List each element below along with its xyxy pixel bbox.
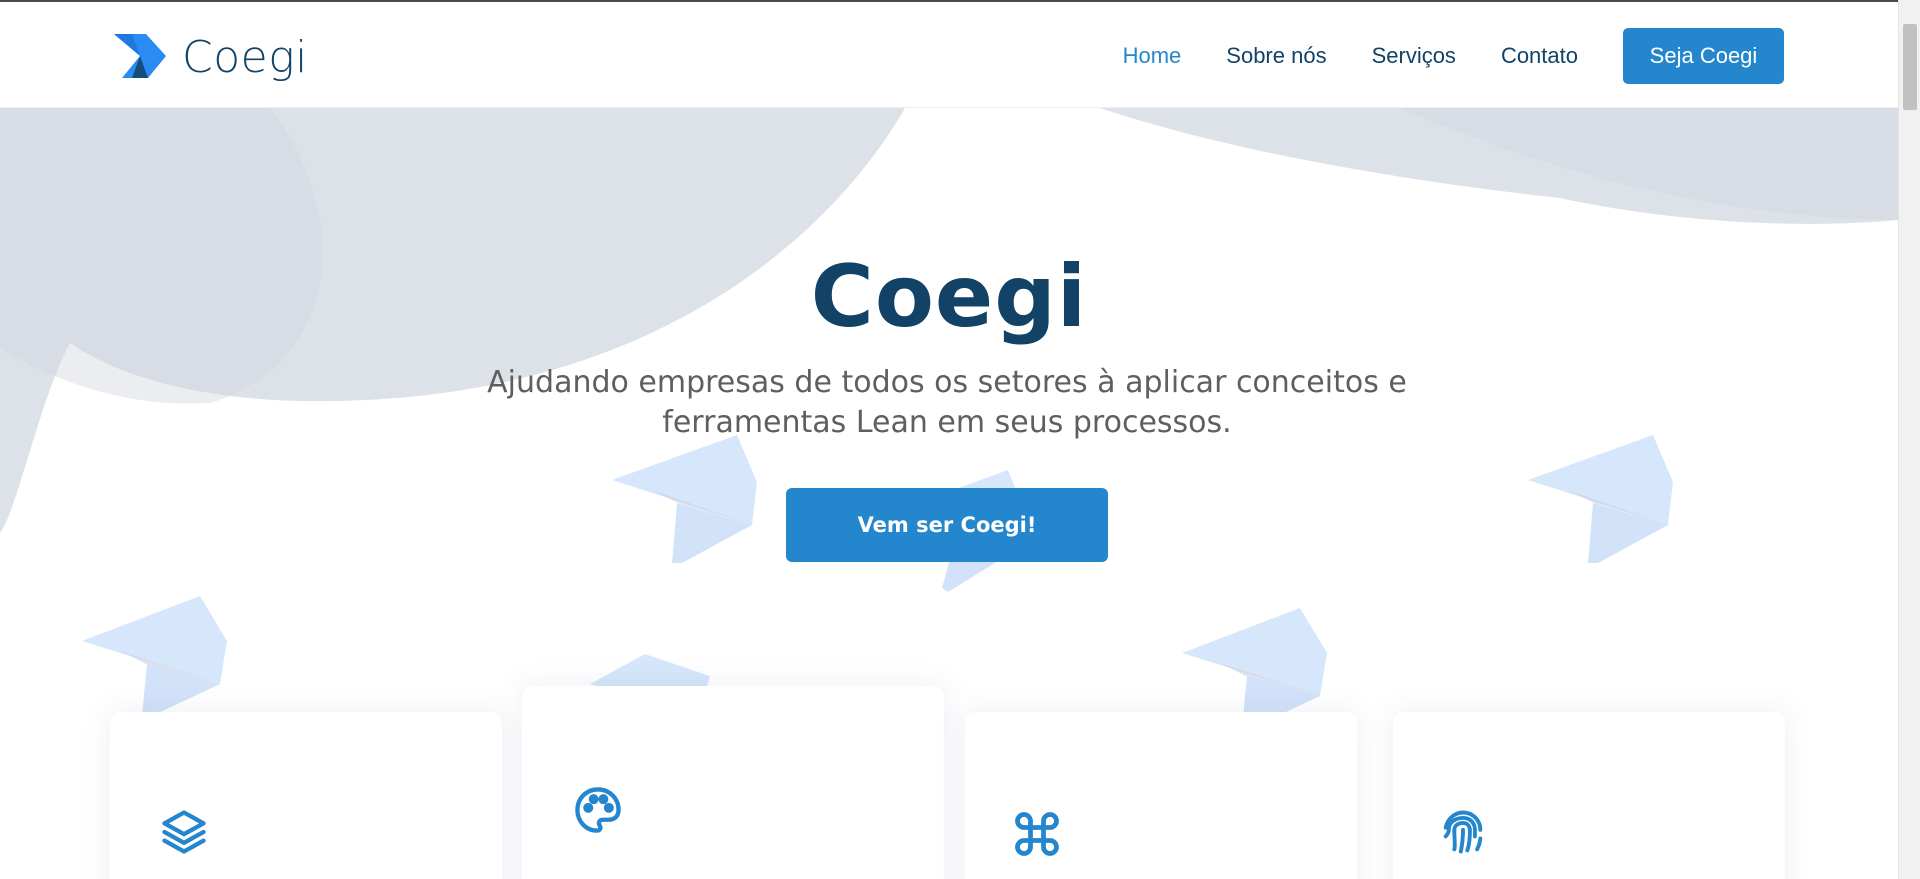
fingerprint-icon: [1443, 810, 1483, 854]
seja-coegi-button[interactable]: Seja Coegi: [1623, 28, 1784, 84]
nav-item-home[interactable]: Home: [1123, 43, 1182, 69]
layers-icon: [162, 810, 206, 854]
feature-card[interactable]: [965, 712, 1357, 879]
scrollbar[interactable]: [1898, 0, 1920, 879]
hero-title: Coegi: [810, 247, 1088, 347]
hero-subtitle: Ajudando empresas de todos os setores à …: [487, 365, 1407, 440]
brand-name: Coegi: [182, 31, 308, 83]
chevron-logo-icon: [114, 34, 166, 78]
decor-arrow: [1528, 435, 1673, 563]
main-nav: Home Sobre nós Serviços Contato Seja Coe…: [1078, 28, 1784, 84]
hero-section: Coegi Ajudando empresas de todos os seto…: [0, 108, 1898, 879]
nav-item-sobre-nos[interactable]: Sobre nós: [1226, 43, 1326, 69]
feature-card[interactable]: [522, 686, 944, 879]
nav-item-contato[interactable]: Contato: [1501, 43, 1578, 69]
site-header: Coegi Home Sobre nós Serviços Contato Se…: [0, 0, 1898, 108]
feature-card[interactable]: [1393, 712, 1785, 879]
decor-arrows: [82, 435, 1673, 728]
nav-item-servicos[interactable]: Serviços: [1372, 43, 1456, 69]
feature-card[interactable]: [110, 712, 502, 879]
scrollbar-thumb[interactable]: [1903, 24, 1917, 110]
hero-cta-button[interactable]: Vem ser Coegi!: [786, 488, 1108, 562]
command-icon: [1015, 812, 1059, 856]
decor-arrow: [612, 435, 757, 563]
brand-logo[interactable]: Coegi: [112, 31, 308, 83]
decor-arrow: [82, 596, 227, 716]
decor-arrow: [1182, 608, 1327, 728]
palette-icon: [575, 787, 621, 833]
page: Coegi Ajudando empresas de todos os seto…: [0, 0, 1898, 879]
